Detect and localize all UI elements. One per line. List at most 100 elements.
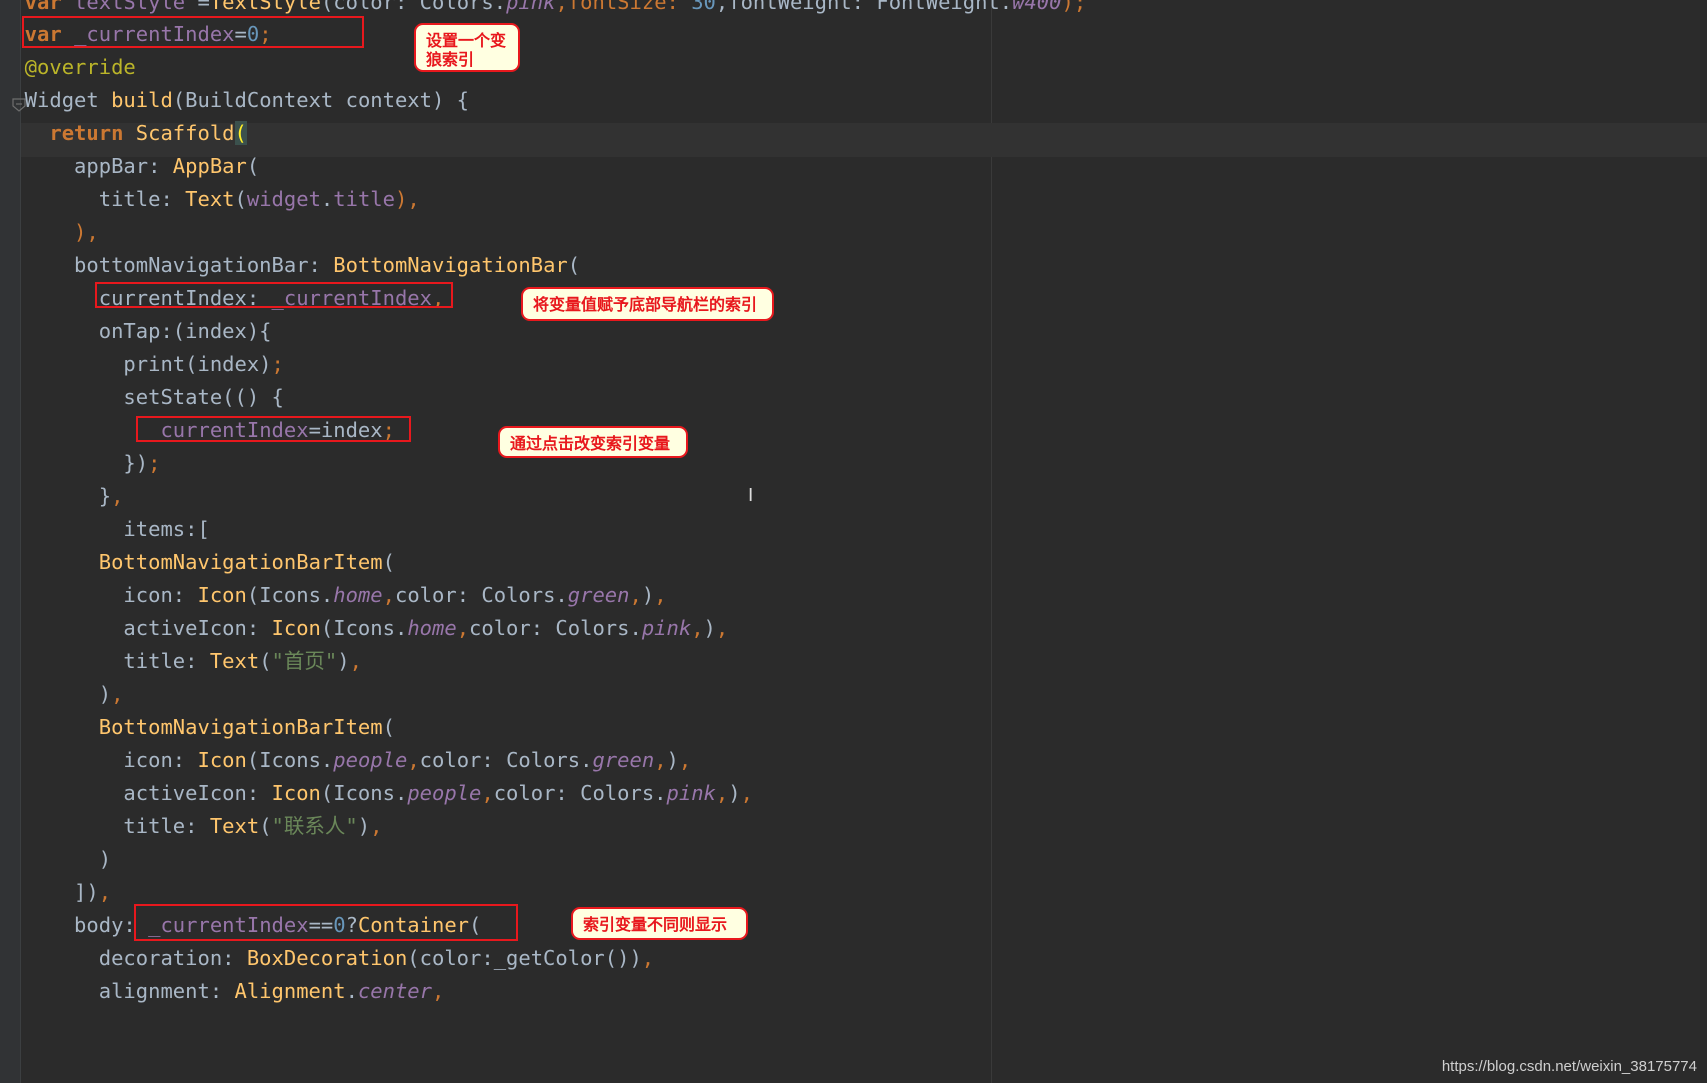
code-token: body:	[0, 913, 149, 937]
code-token: (Icons.	[320, 616, 408, 640]
code-token: icon:	[0, 583, 198, 607]
code-token: BottomNavigationBar	[333, 253, 568, 277]
code-line[interactable]: BottomNavigationBarItem(	[0, 545, 395, 579]
code-token: ;	[148, 451, 161, 475]
code-token: BottomNavigationBarItem	[98, 715, 383, 739]
highlight-box-body-condition	[134, 904, 518, 941]
code-line[interactable]: ),	[0, 677, 124, 711]
code-token: ,	[382, 583, 395, 607]
code-token: build	[111, 88, 173, 112]
code-token: ,	[715, 781, 729, 805]
code-line[interactable]: bottomNavigationBar: BottomNavigationBar…	[0, 248, 580, 282]
code-token: .	[320, 187, 334, 211]
code-token: ,	[111, 682, 124, 706]
code-token: "联系人"	[271, 814, 358, 838]
code-token: home	[407, 616, 457, 640]
code-token: activeIcon:	[0, 616, 272, 640]
code-token: Scaffold	[135, 121, 235, 145]
code-token: (Icons.	[320, 781, 408, 805]
code-token: )	[0, 682, 112, 706]
code-token: }	[0, 484, 112, 508]
code-token: ,	[691, 616, 704, 640]
code-token: Text	[209, 814, 260, 838]
code-line[interactable]: icon: Icon(Icons.people,color: Colors.gr…	[0, 743, 691, 777]
code-line[interactable]: activeIcon: Icon(Icons.people,color: Col…	[0, 776, 753, 810]
code-token: color: Colors.	[493, 781, 667, 805]
code-line[interactable]: });	[0, 446, 160, 480]
code-token: people	[333, 748, 408, 772]
code-line[interactable]: title: Text("首页"),	[0, 644, 362, 678]
code-line[interactable]: activeIcon: Icon(Icons.home,color: Color…	[0, 611, 728, 645]
code-token: onTap:(index){	[0, 319, 272, 343]
code-token: items:[	[0, 517, 210, 541]
callout-set-variable-index: 设置一个变 狼索引	[414, 23, 520, 72]
code-token: ,fontWeight: FontWeight.	[715, 0, 1013, 14]
highlight-box-set-index	[136, 416, 411, 442]
code-line[interactable]: ]),	[0, 875, 111, 909]
code-token: )	[666, 748, 679, 772]
code-token: (color:_getColor())	[407, 946, 642, 970]
code-token: bottomNavigationBar:	[0, 253, 334, 277]
code-token: icon:	[0, 748, 198, 772]
code-line[interactable]: alignment: Alignment.center,	[0, 974, 445, 1008]
code-line[interactable]: BottomNavigationBarItem(	[0, 710, 395, 744]
code-line[interactable]: },	[0, 479, 124, 513]
code-line[interactable]: print(index);	[0, 347, 284, 381]
code-line[interactable]: setState(() {	[0, 380, 284, 414]
code-token: );	[1061, 0, 1087, 14]
code-token: (	[234, 121, 247, 145]
code-token: ,	[740, 781, 753, 805]
code-token: pink	[666, 781, 716, 805]
code-token: color: Colors.	[419, 748, 593, 772]
code-line[interactable]: icon: Icon(Icons.home,color: Colors.gree…	[0, 578, 666, 612]
code-token: ])	[0, 880, 99, 904]
code-token: ,	[715, 616, 729, 640]
code-token: (	[382, 550, 395, 574]
text-cursor-icon: Ι	[748, 485, 754, 506]
code-token: (	[246, 154, 260, 178]
code-token: textStyle	[74, 0, 186, 14]
callout-tap-changes-index: 通过点击改变索引变量	[498, 426, 688, 458]
code-line[interactable]: return Scaffold(	[0, 116, 247, 150]
code-token: people	[407, 781, 482, 805]
code-token: (	[259, 649, 272, 673]
code-token: (color: Colors.	[320, 0, 507, 14]
code-token: ;	[271, 352, 284, 376]
code-token: (Icons.	[246, 748, 334, 772]
code-token: )	[641, 583, 655, 607]
code-line[interactable]: items:[	[0, 512, 210, 546]
code-token: ,	[481, 781, 494, 805]
code-line[interactable]: title: Text("联系人"),	[0, 809, 382, 843]
code-token: pink	[506, 0, 556, 14]
code-token: (	[259, 814, 272, 838]
code-token: decoration:	[0, 946, 247, 970]
code-token: green	[592, 748, 655, 772]
code-line[interactable]: ),	[0, 215, 99, 249]
code-token: green	[567, 583, 630, 607]
code-token: )	[337, 649, 350, 673]
code-token: title	[333, 187, 395, 211]
code-line[interactable]: title: Text(widget.title),	[0, 182, 420, 216]
code-token: setState(() {	[0, 385, 284, 409]
highlight-box-current-index-var	[22, 16, 364, 48]
code-token: Icon	[271, 616, 321, 640]
code-token: TextStyle	[209, 0, 321, 14]
code-token: color: Colors.	[394, 583, 568, 607]
callout-index-differs-display: 索引变量不同则显示	[571, 907, 748, 940]
code-line[interactable]: @override	[0, 50, 136, 84]
highlight-box-current-index-param	[95, 282, 453, 308]
code-line[interactable]: decoration: BoxDecoration(color:_getColo…	[0, 941, 654, 975]
code-line[interactable]: )	[0, 842, 111, 876]
code-token: (	[234, 187, 247, 211]
code-token: })	[0, 451, 149, 475]
code-token: pink	[641, 616, 692, 640]
code-token: ,	[432, 979, 445, 1003]
code-token: var	[0, 0, 75, 14]
code-line[interactable]: Widget build(BuildContext context) {	[0, 83, 469, 117]
code-line[interactable]: onTap:(index){	[0, 314, 272, 348]
code-token: ,	[641, 946, 655, 970]
code-token: Text	[185, 187, 235, 211]
code-line[interactable]: appBar: AppBar(	[0, 149, 259, 183]
code-token: AppBar	[172, 154, 247, 178]
